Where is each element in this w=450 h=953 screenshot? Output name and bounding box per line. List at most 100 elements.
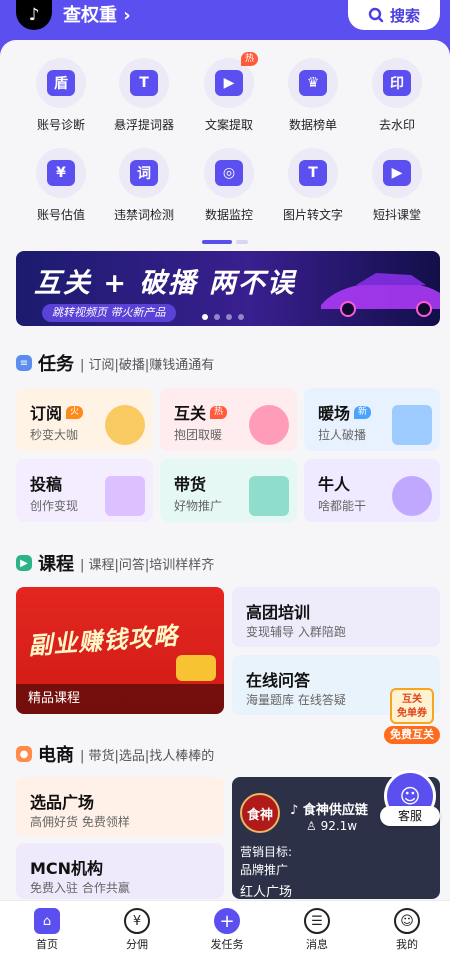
new-badge: 新	[354, 405, 372, 419]
card-desc: 啥都能干	[318, 499, 367, 513]
tool-stamp[interactable]: 印去水印	[357, 58, 437, 133]
ecommerce-section-header: ● 电商 | 带货|选品|找人棒棒的	[16, 741, 214, 767]
tool-video-extract[interactable]: ▶ 热文案提取	[189, 52, 269, 133]
kol-goal-value: 品牌推广	[240, 863, 289, 877]
tool-glyph: 词	[130, 160, 158, 186]
coupon-title: 互关 免单券	[390, 688, 434, 724]
tab-label: 发任务	[210, 938, 244, 951]
tool-prompter[interactable]: T 悬浮提词器	[104, 58, 184, 133]
tab-message[interactable]: ☰ 消息	[272, 901, 362, 953]
platform-icon: ♪	[290, 803, 303, 818]
card-title: 高团培训	[246, 603, 311, 622]
task-card-sell[interactable]: 带货 好物推广	[160, 459, 297, 522]
card-desc: 海量题库 在线答疑	[246, 693, 346, 707]
crown-icon: ♛	[288, 58, 338, 108]
tool-shield-check[interactable]: 盾账号诊断	[21, 58, 101, 133]
yen-icon: ¥	[124, 908, 150, 934]
search-button[interactable]: 搜索	[348, 0, 440, 30]
card-desc: 变现辅导 入群陪跑	[246, 625, 346, 639]
tool-monitor[interactable]: ◎ 数据监控	[189, 148, 269, 223]
card-desc: 高佣好货 免费领样	[30, 815, 130, 829]
kol-fans: 92.1w	[320, 819, 358, 833]
card-desc: 免费入驻 合作共赢	[30, 881, 130, 895]
card-title: 投稿	[30, 475, 63, 494]
course-footer-label: 精品课程	[16, 684, 224, 714]
course-card-training[interactable]: 高团培训 变现辅导 入群陪跑	[232, 587, 440, 647]
people-icon	[249, 405, 289, 445]
card-desc: 秒变大咖	[30, 428, 79, 442]
tab-yen[interactable]: ¥ 分佣	[92, 901, 182, 953]
customer-service-label[interactable]: 客服	[380, 806, 440, 826]
tab-label: 首页	[36, 938, 58, 951]
person-icon	[392, 476, 432, 516]
tool-label: 文案提取	[204, 118, 253, 132]
card-title: 在线问答	[246, 671, 311, 690]
tool-label: 账号估值	[36, 208, 85, 222]
car-illustration	[321, 273, 440, 317]
user-value-icon: ¥	[36, 148, 86, 198]
course-promo-title: 副业赚钱攻略	[27, 621, 179, 661]
tool-label: 数据榜单	[288, 118, 337, 132]
tool-pager-inactive	[236, 240, 248, 244]
tab-home[interactable]: ⌂ 首页	[2, 901, 92, 953]
tool-image-text[interactable]: T 图片转文字	[273, 148, 353, 223]
tool-glyph: 盾	[47, 70, 75, 96]
tool-user-value[interactable]: ¥ 账号估值	[21, 148, 101, 223]
tool-glyph: 印	[383, 70, 411, 96]
section-subtitle: | 订阅|破播|赚钱通通有	[80, 357, 215, 373]
card-title: MCN机构	[30, 859, 104, 878]
search-icon	[368, 7, 384, 23]
tab-label: 分佣	[126, 938, 148, 951]
tool-glyph: T	[130, 70, 158, 96]
growth-chart-icon	[392, 405, 432, 445]
home-icon: ⌂	[34, 908, 60, 934]
tool-glyph: ▶	[383, 160, 411, 186]
promo-banner[interactable]: 互关 + 破播 两不误 跳转视频页 带火新产品	[16, 251, 440, 326]
kol-name-row: ♪ 食神供应链	[290, 799, 368, 818]
coupon-label: 免费互关	[384, 726, 440, 744]
task-card-subscribe[interactable]: 订阅火 秒变大咖	[16, 388, 153, 451]
tool-classroom[interactable]: ▶ 短抖课堂	[357, 148, 437, 223]
free-follow-coupon[interactable]: 互关 免单券 免费互关	[384, 688, 440, 744]
ecommerce-card-mcn[interactable]: MCN机构 免费入驻 合作共赢	[16, 843, 224, 899]
stamp-icon: 印	[372, 58, 422, 108]
banner-subtitle: 跳转视频页 带火新产品	[42, 304, 176, 322]
section-subtitle: | 带货|选品|找人棒棒的	[80, 748, 215, 764]
card-title: 订阅	[30, 404, 63, 423]
section-title: 任务	[38, 354, 74, 375]
banner-dot	[238, 314, 244, 320]
premium-course-card[interactable]: 副业赚钱攻略 精品课程	[16, 587, 224, 714]
plus-icon: +	[214, 908, 240, 934]
shield-check-icon: 盾	[36, 58, 86, 108]
ecommerce-card-selection[interactable]: 选品广场 高佣好货 免费领样	[16, 777, 224, 836]
tool-crown[interactable]: ♛ 数据榜单	[273, 58, 353, 133]
tool-label: 账号诊断	[36, 118, 85, 132]
card-title: 带货	[174, 475, 207, 494]
card-title: 暖场	[318, 404, 351, 423]
coins-illustration	[176, 655, 216, 681]
tab-plus[interactable]: + 发任务	[182, 901, 272, 953]
ecommerce-section-icon: ●	[16, 746, 32, 762]
app-title[interactable]: 查权重 ›	[63, 1, 131, 27]
task-card-follow[interactable]: 互关热 抱团取暖	[160, 388, 297, 451]
tool-glyph: T	[299, 160, 327, 186]
video-extract-icon: ▶ 热	[204, 52, 258, 108]
monitor-icon: ◎	[204, 148, 254, 198]
banner-dot	[214, 314, 220, 320]
tool-label: 去水印	[378, 118, 415, 132]
section-title: 电商	[38, 745, 74, 766]
courses-section-header: ▶ 课程 | 课程|问答|培训样样齐	[16, 550, 214, 576]
tab-label: 我的	[396, 938, 418, 951]
tasks-section-header: ≡ 任务 | 订阅|破播|赚钱通通有	[16, 350, 214, 376]
brand-logo: 食神	[240, 793, 280, 833]
tool-label: 悬浮提词器	[113, 118, 174, 132]
profile-icon: ☺	[394, 908, 420, 934]
tab-profile[interactable]: ☺ 我的	[362, 901, 450, 953]
task-card-expert[interactable]: 牛人 啥都能干	[304, 459, 440, 522]
tool-word-check[interactable]: 词违禁词检测	[104, 148, 184, 223]
card-desc: 好物推广	[174, 499, 223, 513]
task-card-warmup[interactable]: 暖场新 拉人破播	[304, 388, 440, 451]
tool-label: 违禁词检测	[113, 208, 174, 222]
task-card-submit[interactable]: 投稿 创作变现	[16, 459, 153, 522]
banner-dot	[202, 314, 208, 320]
